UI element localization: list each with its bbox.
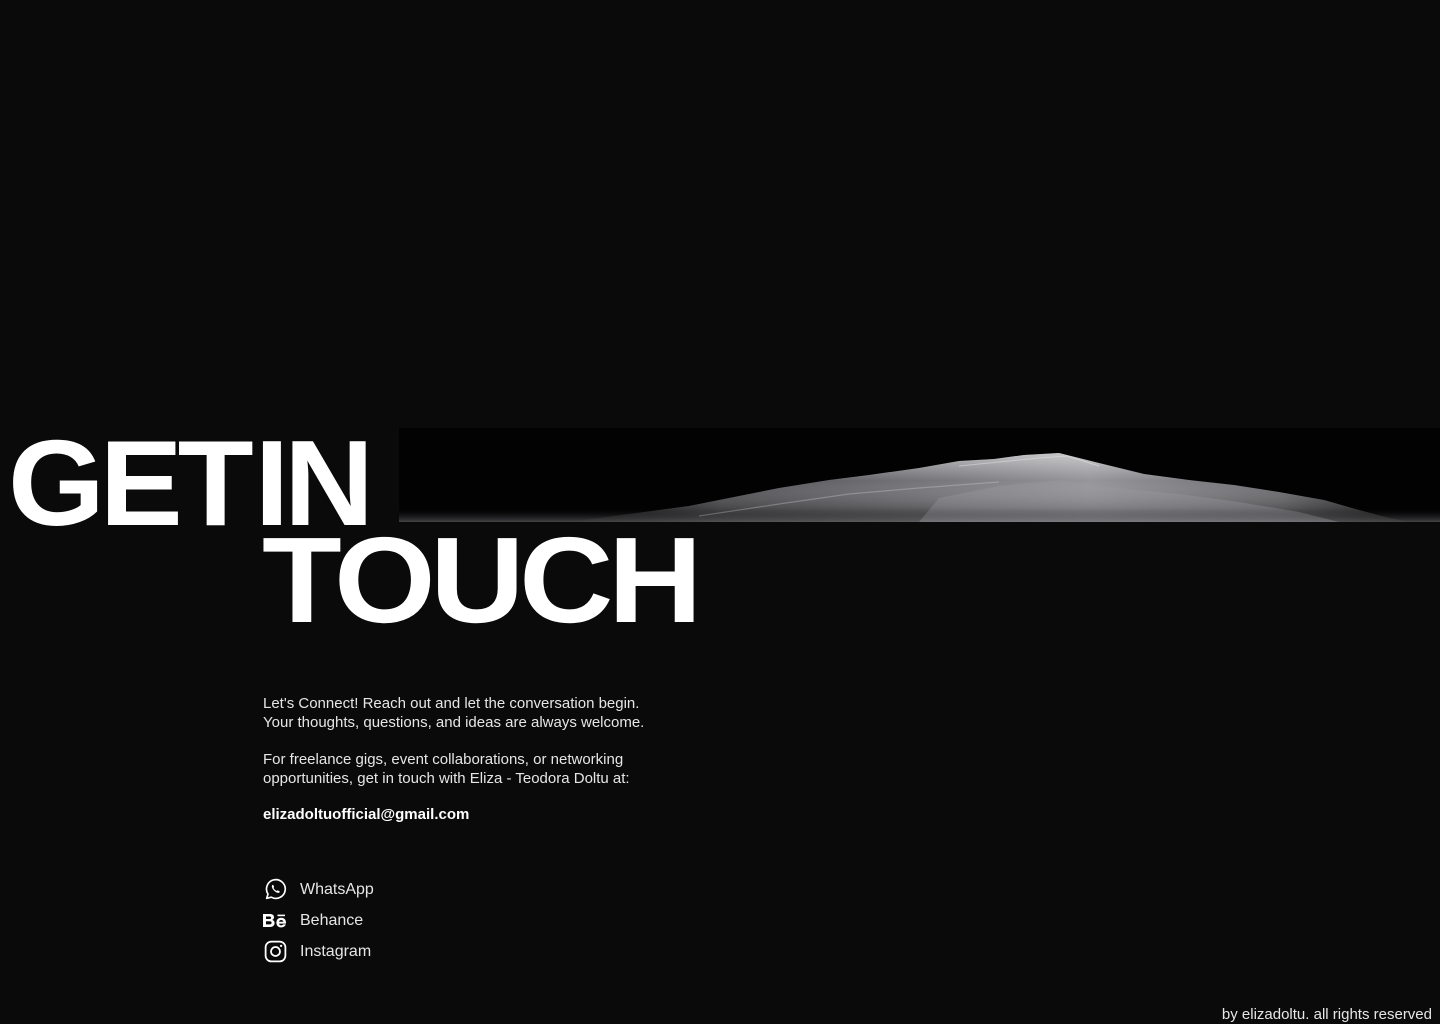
intro-paragraph-1: Let's Connect! Reach out and let the con…: [263, 694, 733, 732]
intro-paragraph-2: For freelance gigs, event collaborations…: [263, 750, 733, 788]
headline-word-get: GET: [8, 415, 254, 551]
instagram-icon: [262, 939, 288, 965]
footer-copyright: by elizadoltu. all rights reserved: [1221, 1006, 1432, 1023]
rock-banner-image: [399, 428, 1440, 522]
intro-text: Let's Connect! Reach out and let the con…: [263, 694, 733, 788]
intro-line: Let's Connect! Reach out and let the con…: [263, 695, 640, 712]
social-label-whatsapp: WhatsApp: [300, 880, 374, 898]
intro-line: opportunities, get in touch with Eliza -…: [263, 770, 630, 787]
social-label-behance: Behance: [300, 911, 364, 929]
whatsapp-icon: [262, 877, 288, 903]
behance-icon: [262, 908, 288, 934]
contact-page: GETIN TOUCH Let's Connect! Reach out and…: [0, 0, 1440, 1024]
social-link-instagram[interactable]: Instagram: [262, 936, 374, 967]
social-link-behance[interactable]: Behance: [262, 905, 374, 936]
headline-touch: TOUCH: [262, 512, 702, 648]
social-label-instagram: Instagram: [300, 942, 372, 960]
email-link[interactable]: elizadoltuofficial@gmail.com: [263, 806, 469, 823]
social-link-whatsapp[interactable]: WhatsApp: [262, 874, 374, 905]
intro-line: For freelance gigs, event collaborations…: [263, 751, 624, 768]
intro-line: Your thoughts, questions, and ideas are …: [263, 714, 645, 731]
social-links: WhatsApp Behance Instagram: [262, 874, 374, 967]
